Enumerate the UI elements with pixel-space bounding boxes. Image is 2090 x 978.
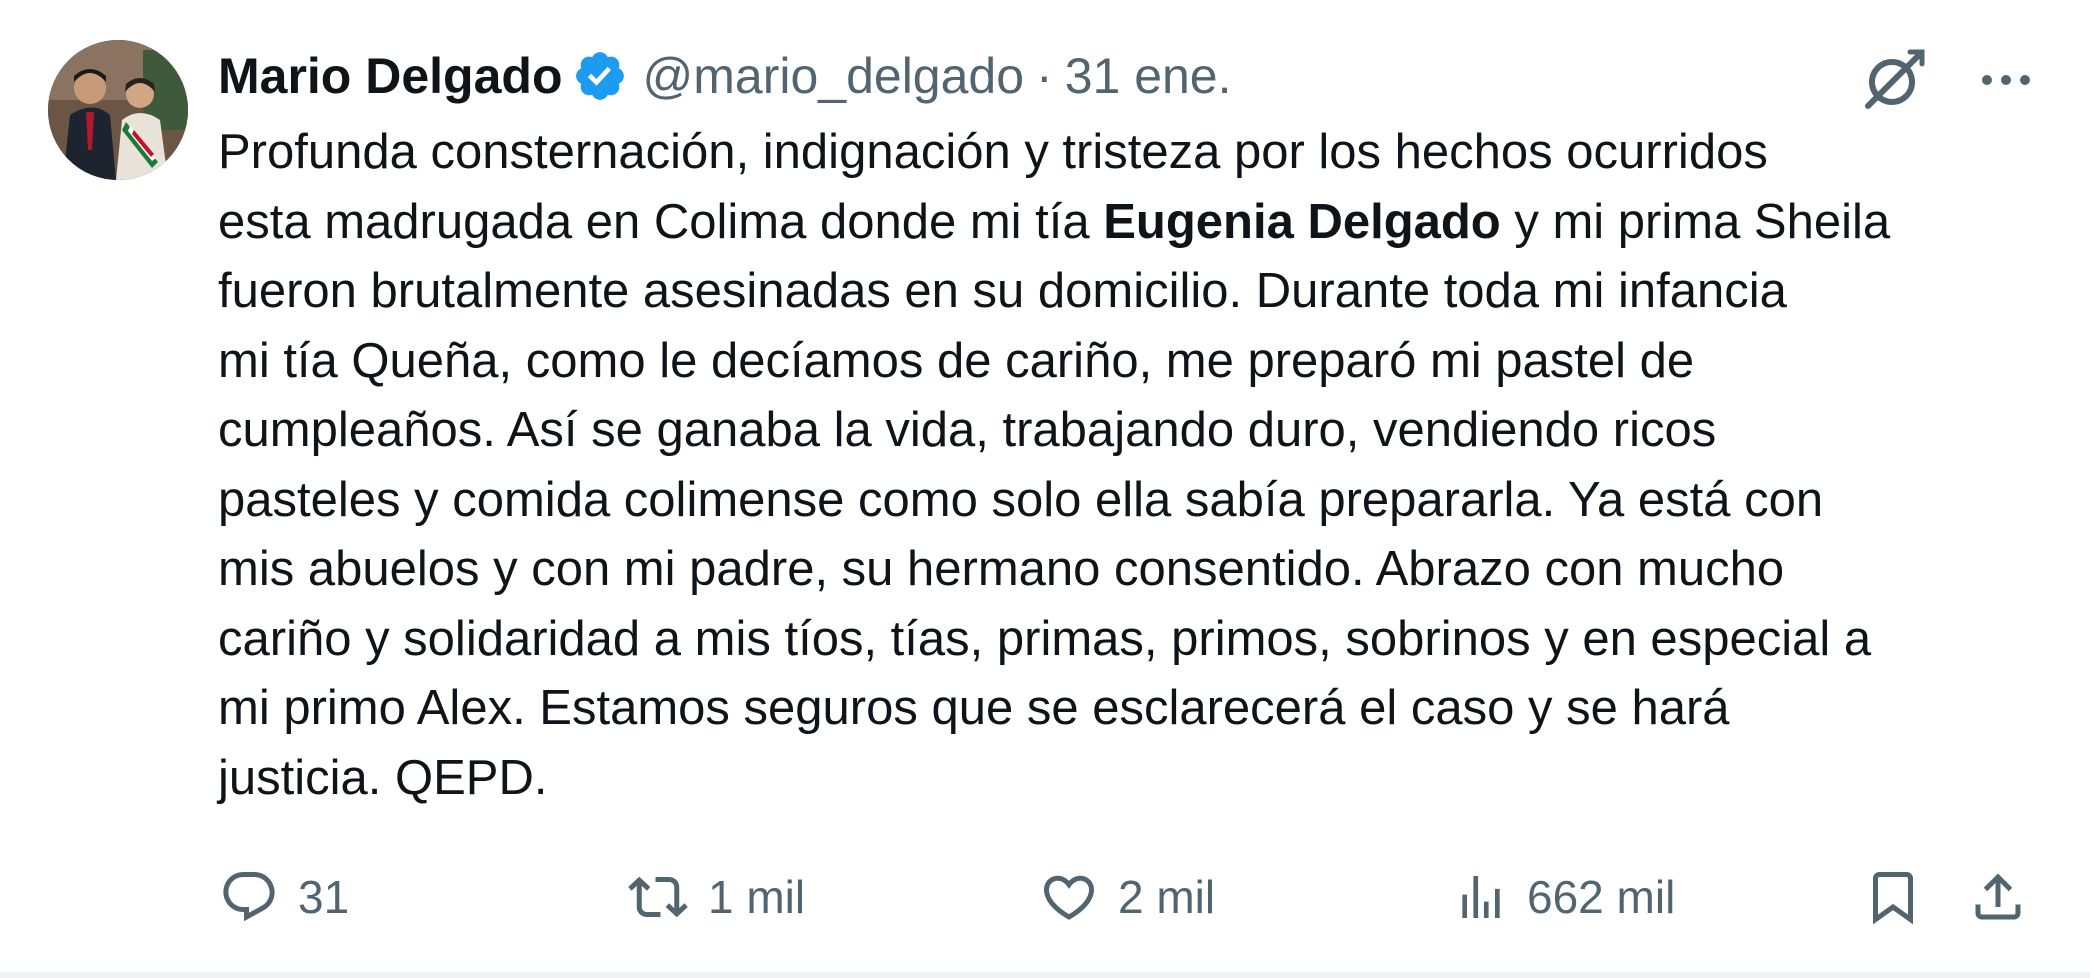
more-options-icon[interactable] [1976,50,2036,110]
tweet-line: Profunda consternación, indignación y tr… [218,125,1768,179]
avatar[interactable] [48,40,188,180]
tweet-line: pasteles y comida colimense como solo el… [218,472,1824,527]
views-button[interactable]: 662 mil [1453,867,1675,927]
tweet-line: mi tía Queña, como le decíamos de cariño… [218,333,1695,388]
heart-icon [1043,875,1095,920]
reply-count: 31 [298,871,350,923]
tweet-line: mi primo Alex. Estamos seguros que se es… [218,681,1730,735]
tweet-line: cumpleaños. Así se ganaba la vida, traba… [218,403,1717,457]
tweet-date[interactable]: 31 ene. [1065,47,1232,105]
mentioned-name: Eugenia Delgado [1103,194,1501,249]
retweet-icon [628,876,688,918]
separator-dot: · [1036,48,1053,104]
like-button[interactable]: 2 mil [1038,867,1215,927]
tweet-line: justicia. QEPD. [218,750,548,805]
grok-icon[interactable] [1858,44,1930,116]
tweet-card: Mario Delgado @mario_delgado · 31 ene. P… [0,0,2090,978]
tweet-line: cariño y solidaridad a mis tíos, tías, p… [218,611,1872,666]
retweet-count: 1 mil [708,871,806,923]
reply-icon [223,872,275,922]
tweet-line: mis abuelos y con mi padre, su hermano c… [218,542,1785,596]
like-count: 2 mil [1118,871,1216,923]
tweet-line: fueron brutalmente asesinadas en su domi… [218,264,1787,318]
tweet-line: esta madrugada en Colima donde mi tía Eu… [218,194,1891,249]
bookmark-button[interactable] [1863,866,1923,928]
tweet-text: Profunda consternación, indignación y tr… [218,118,2048,813]
action-bar: 31 1 mil 2 mil 662 mil [218,862,2038,932]
share-button[interactable] [1968,866,2028,928]
tweet-header: Mario Delgado @mario_delgado · 31 ene. [218,44,1232,108]
views-chart-icon [1462,876,1500,918]
divider [0,972,2090,978]
top-actions [1858,44,2036,116]
verified-badge-icon[interactable] [572,48,628,104]
retweet-button[interactable]: 1 mil [626,867,805,927]
views-count: 662 mil [1527,871,1676,923]
bookmark-icon [1873,872,1913,925]
reply-button[interactable]: 31 [218,867,349,927]
share-icon [1975,873,2021,920]
author-name[interactable]: Mario Delgado [218,47,562,105]
author-handle[interactable]: @mario_delgado [642,47,1024,105]
